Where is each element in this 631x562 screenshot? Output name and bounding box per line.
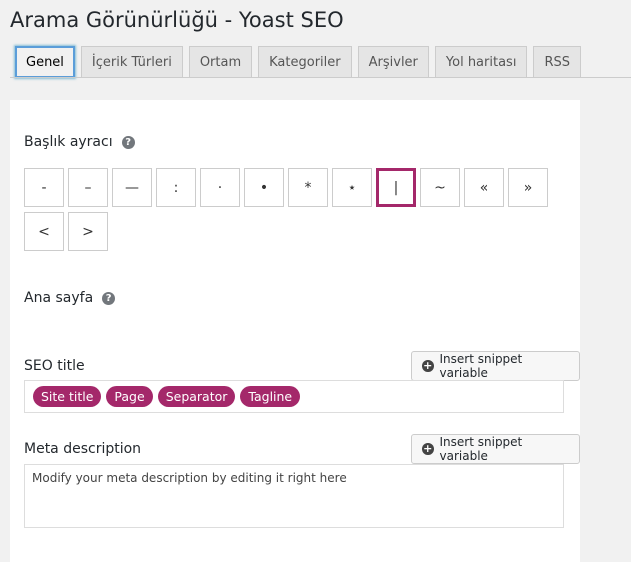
tab-ortam[interactable]: Ortam <box>188 46 253 78</box>
tab-bar: Genel İçerik Türleri Ortam Kategoriler A… <box>15 46 581 78</box>
tab-divider <box>10 77 631 78</box>
meta-description-input[interactable]: Modify your meta description by editing … <box>24 464 564 528</box>
seo-title-label: SEO title <box>24 358 85 374</box>
tab-arsivler[interactable]: Arşivler <box>357 46 429 78</box>
insert-snippet-variable-label: Insert snippet variable <box>439 352 523 380</box>
separator-option-dash[interactable]: - <box>24 168 64 207</box>
separator-options: - – — : · • * ⋆ | ~ « » < > <box>24 168 564 251</box>
insert-snippet-variable-button[interactable]: + Insert snippet variable <box>411 351 580 381</box>
tab-yol-haritasi[interactable]: Yol haritası <box>434 46 528 78</box>
separator-option-raquo[interactable]: » <box>508 168 548 207</box>
seo-title-input[interactable]: Site title Page Separator Tagline <box>24 380 564 413</box>
question-circle-icon[interactable]: ? <box>121 135 135 149</box>
question-circle-icon[interactable]: ? <box>102 291 116 305</box>
snippet-variable-pill[interactable]: Separator <box>157 386 236 407</box>
tab-kategoriler[interactable]: Kategoriler <box>258 46 352 78</box>
separator-option-pipe[interactable]: | <box>376 168 416 207</box>
snippet-variable-pill[interactable]: Tagline <box>240 386 301 407</box>
tab-icerik-turleri[interactable]: İçerik Türleri <box>80 46 183 78</box>
separator-option-lt[interactable]: < <box>24 212 64 251</box>
tab-genel[interactable]: Genel <box>15 46 75 78</box>
separator-option-em-dash[interactable]: — <box>112 168 152 207</box>
separator-option-laquo[interactable]: « <box>464 168 504 207</box>
title-separator-heading: Başlık ayracı ? <box>24 134 135 150</box>
separator-option-en-dash[interactable]: – <box>68 168 108 207</box>
insert-snippet-variable-button[interactable]: + Insert snippet variable <box>411 434 580 464</box>
insert-snippet-variable-label: Insert snippet variable <box>439 435 523 463</box>
separator-option-star[interactable]: ⋆ <box>332 168 372 207</box>
title-separator-label: Başlık ayracı <box>24 134 113 150</box>
separator-option-asterisk[interactable]: * <box>288 168 328 207</box>
page-title: Arama Görünürlüğü - Yoast SEO <box>10 8 344 32</box>
separator-option-bullet[interactable]: • <box>244 168 284 207</box>
separator-option-gt[interactable]: > <box>68 212 108 251</box>
plus-circle-icon: + <box>422 442 434 455</box>
plus-circle-icon: + <box>422 359 434 372</box>
separator-option-tilde[interactable]: ~ <box>420 168 460 207</box>
snippet-variable-pill[interactable]: Page <box>106 386 153 407</box>
separator-option-middot[interactable]: · <box>200 168 240 207</box>
homepage-heading: Ana sayfa ? <box>24 290 116 306</box>
settings-panel: Başlık ayracı ? - – — : · • * ⋆ | ~ « » … <box>10 100 580 562</box>
homepage-label: Ana sayfa <box>24 290 94 306</box>
tab-rss[interactable]: RSS <box>533 46 581 78</box>
snippet-variable-pill[interactable]: Site title <box>33 386 102 407</box>
separator-option-colon[interactable]: : <box>156 168 196 207</box>
meta-description-label: Meta description <box>24 441 142 457</box>
